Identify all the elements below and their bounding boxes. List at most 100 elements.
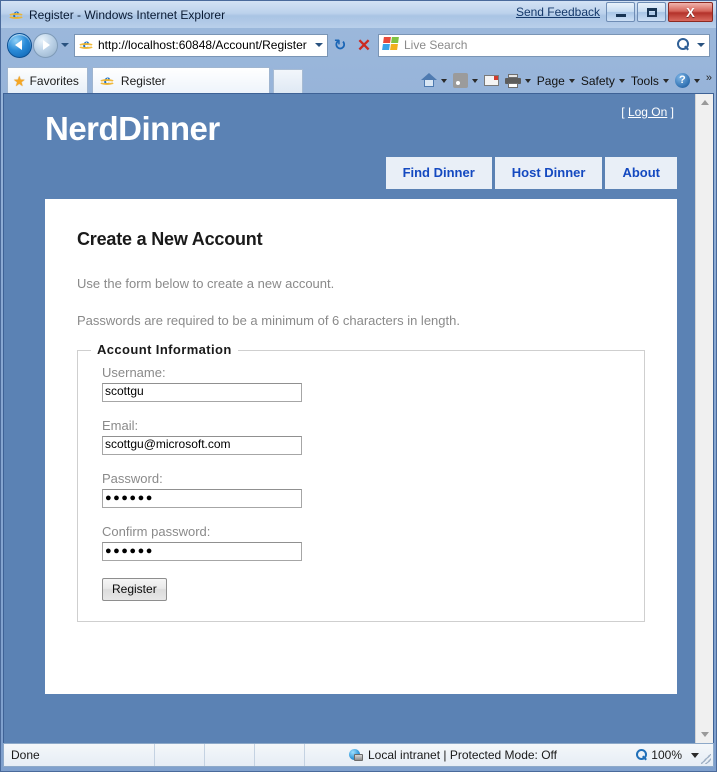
confirm-password-input[interactable]: ●●●●●● — [102, 542, 302, 561]
register-button[interactable]: Register — [102, 578, 167, 601]
refresh-button[interactable]: ↻ — [328, 33, 352, 57]
windows-live-search-icon — [382, 37, 399, 53]
chevron-down-icon — [524, 78, 531, 83]
address-bar[interactable]: e http://localhost:60848/Account/Registe… — [74, 33, 328, 57]
password-input[interactable]: ●●●●●● — [102, 489, 302, 508]
status-message: Done — [11, 748, 40, 762]
scroll-down-button[interactable] — [696, 726, 713, 743]
site-nav-tabs: Find Dinner Host Dinner About — [385, 157, 677, 189]
site-header: NerdDinner [ Log On ] Find Dinner Host D… — [4, 94, 695, 199]
chevron-down-icon — [314, 43, 323, 47]
account-information-fieldset: Account Information Username: scottgu Em… — [77, 342, 645, 622]
search-bar[interactable]: Live Search — [378, 33, 710, 57]
zoom-icon — [635, 748, 648, 762]
browser-tab-register[interactable]: e Register — [91, 67, 270, 93]
minimize-icon — [615, 14, 626, 17]
maximize-button[interactable] — [637, 2, 666, 22]
page-menu-label: Page — [536, 73, 565, 88]
page-title: Create a New Account — [77, 229, 263, 249]
password-requirements-text: Passwords are required to be a minimum o… — [77, 313, 460, 328]
login-bracket-open: [ — [621, 105, 625, 119]
email-input[interactable]: scottgu@microsoft.com — [102, 436, 302, 455]
intro-text: Use the form below to create a new accou… — [77, 276, 335, 291]
status-bar: Done Local intranet | Protected Mode: Of… — [3, 743, 714, 767]
chevron-down-icon — [440, 78, 447, 83]
print-button[interactable] — [502, 72, 534, 90]
home-icon — [420, 73, 437, 88]
zoom-level-label: 100% — [651, 748, 682, 762]
chevron-up-icon — [700, 100, 709, 105]
send-feedback-link[interactable]: Send Feedback — [516, 5, 600, 19]
home-button[interactable] — [417, 71, 450, 90]
username-label: Username: — [102, 365, 166, 380]
chevron-down-icon — [568, 78, 575, 83]
tools-menu-label: Tools — [630, 73, 659, 88]
back-button[interactable] — [7, 32, 32, 58]
username-input[interactable]: scottgu — [102, 383, 302, 402]
history-dropdown-button[interactable] — [58, 35, 72, 55]
login-bracket-close: ] — [670, 105, 674, 119]
stop-icon: ✕ — [356, 35, 372, 55]
email-label: Email: — [102, 418, 139, 433]
intranet-zone-icon — [349, 748, 363, 762]
fieldset-legend: Account Information — [91, 342, 238, 357]
refresh-icon: ↻ — [333, 35, 347, 54]
log-on-link[interactable]: Log On — [628, 105, 667, 119]
tab-label: Register — [120, 73, 166, 88]
browser-viewport: NerdDinner [ Log On ] Find Dinner Host D… — [3, 93, 714, 743]
site-logo: NerdDinner — [45, 110, 220, 147]
search-input[interactable]: Live Search — [404, 38, 675, 52]
tab-favicon-icon: e — [99, 73, 115, 89]
minimize-button[interactable] — [606, 2, 635, 22]
feeds-button[interactable] — [450, 71, 481, 90]
nav-tab-host-dinner[interactable]: Host Dinner — [494, 157, 603, 189]
search-provider-dropdown[interactable] — [693, 35, 709, 56]
help-menu[interactable]: ? — [672, 71, 703, 90]
security-zone-label: Local intranet | Protected Mode: Off — [368, 748, 557, 762]
command-bar: Page Safety Tools ? » — [417, 71, 712, 90]
close-icon: X — [686, 4, 695, 20]
tools-menu[interactable]: Tools — [628, 72, 672, 90]
favorites-button[interactable]: ★ Favorites — [7, 67, 88, 93]
new-tab-button[interactable] — [272, 69, 303, 93]
stop-button[interactable]: ✕ — [352, 33, 376, 57]
window-bottom-edge — [1, 767, 716, 771]
login-status: [ Log On ] — [621, 105, 674, 119]
page-favicon-icon: e — [78, 37, 94, 53]
status-separators — [154, 744, 354, 766]
nav-tab-find-dinner[interactable]: Find Dinner — [385, 157, 492, 189]
read-mail-button[interactable] — [481, 73, 502, 88]
chevron-down-icon — [691, 752, 699, 758]
search-icon[interactable] — [675, 37, 691, 53]
address-input[interactable]: http://localhost:60848/Account/Register — [98, 38, 310, 52]
password-label: Password: — [102, 471, 163, 486]
back-arrow-icon — [15, 40, 22, 50]
nav-arrows — [7, 32, 72, 58]
ie-browser-window: e Register - Windows Internet Explorer S… — [0, 0, 717, 772]
address-dropdown-button[interactable] — [310, 35, 327, 56]
page-main-card: Create a New Account Use the form below … — [45, 199, 677, 694]
close-button[interactable]: X — [668, 2, 713, 22]
safety-menu-label: Safety — [580, 73, 615, 88]
forward-button[interactable] — [33, 32, 58, 58]
navigation-bar: e http://localhost:60848/Account/Registe… — [1, 28, 716, 62]
chevron-down-icon — [697, 43, 705, 47]
page-menu[interactable]: Page — [534, 72, 578, 90]
internet-explorer-icon: e — [8, 7, 24, 23]
resize-grip[interactable] — [701, 754, 711, 764]
scroll-up-button[interactable] — [696, 94, 713, 111]
web-page-content: NerdDinner [ Log On ] Find Dinner Host D… — [4, 94, 695, 743]
safety-menu[interactable]: Safety — [578, 72, 628, 90]
toolbar-overflow-button[interactable]: » — [706, 72, 712, 84]
forward-arrow-icon — [43, 40, 50, 50]
printer-icon — [504, 73, 521, 88]
chevron-down-icon — [662, 78, 669, 83]
chevron-down-icon — [471, 78, 478, 83]
security-zone-indicator[interactable]: Local intranet | Protected Mode: Off — [349, 748, 557, 762]
nav-tab-about[interactable]: About — [605, 157, 677, 189]
zoom-control[interactable]: 100% — [635, 748, 699, 762]
chevron-down-icon — [700, 732, 709, 737]
vertical-scrollbar[interactable] — [695, 94, 713, 743]
star-icon: ★ — [13, 72, 26, 89]
chevron-down-icon — [61, 43, 69, 47]
